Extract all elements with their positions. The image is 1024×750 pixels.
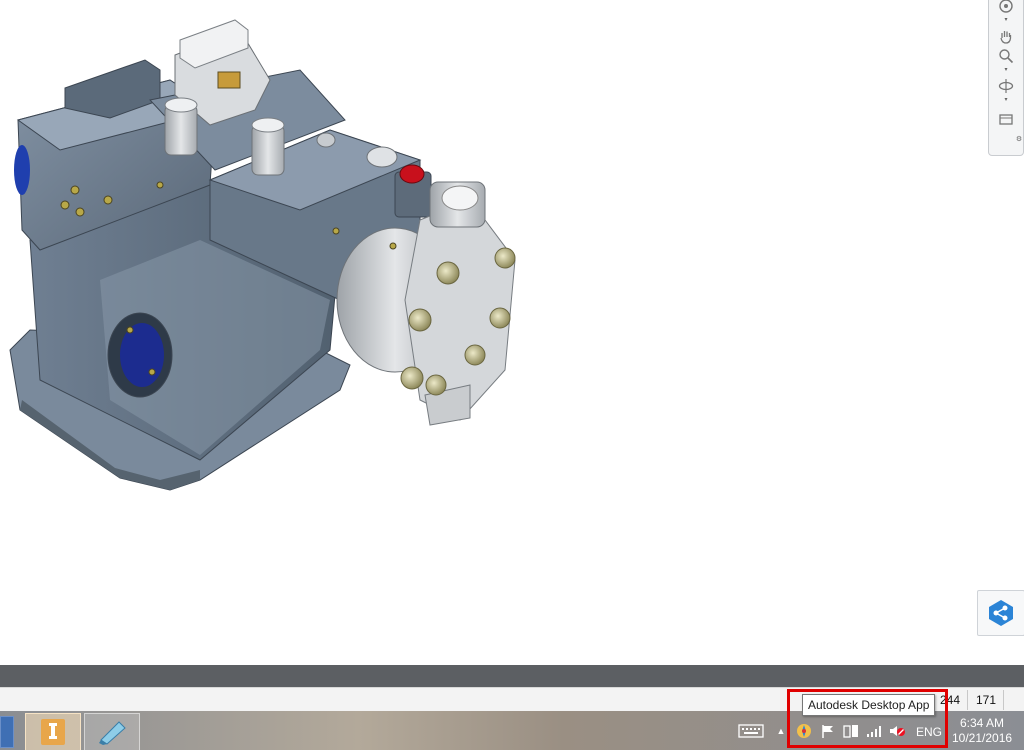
nav-options-icon[interactable]: ⚙ xyxy=(1015,136,1023,143)
keyboard-icon[interactable] xyxy=(737,724,765,738)
model-viewport[interactable]: ▾ ▾ ▾ ⚙ xyxy=(0,0,1024,665)
share-button[interactable] xyxy=(977,590,1024,636)
tray-tooltip: Autodesk Desktop App xyxy=(802,694,936,716)
document-tab-bar xyxy=(0,665,1024,687)
taskbar-item-inventor[interactable] xyxy=(25,713,81,750)
status-divider xyxy=(1003,690,1004,710)
share-icon xyxy=(989,600,1013,626)
chevron-down-icon[interactable]: ▾ xyxy=(1002,67,1010,73)
status-value-b: 171 xyxy=(976,693,997,707)
orbit-icon[interactable] xyxy=(995,77,1017,95)
inventor-pro-icon xyxy=(41,719,65,745)
chevron-down-icon[interactable]: ▾ xyxy=(1002,17,1010,23)
view-face-icon[interactable] xyxy=(995,110,1017,128)
taskbar-item-explorer[interactable] xyxy=(84,713,140,750)
navigation-bar: ▾ ▾ ▾ ⚙ xyxy=(988,0,1024,156)
steering-wheel-icon[interactable] xyxy=(995,0,1017,15)
start-button[interactable] xyxy=(0,716,14,748)
system-clock[interactable]: 6:34 AM 10/21/2016 xyxy=(952,716,1012,746)
show-hidden-arrow-icon[interactable]: ▲ xyxy=(775,724,787,738)
pan-icon[interactable] xyxy=(995,27,1017,45)
status-divider xyxy=(967,690,968,710)
pump-model[interactable] xyxy=(0,0,540,500)
clock-time: 6:34 AM xyxy=(959,716,1005,730)
file-explorer-icon xyxy=(99,721,126,745)
clock-date: 10/21/2016 xyxy=(952,731,1013,745)
chevron-down-icon[interactable]: ▾ xyxy=(1002,97,1010,103)
zoom-icon[interactable] xyxy=(995,47,1017,65)
